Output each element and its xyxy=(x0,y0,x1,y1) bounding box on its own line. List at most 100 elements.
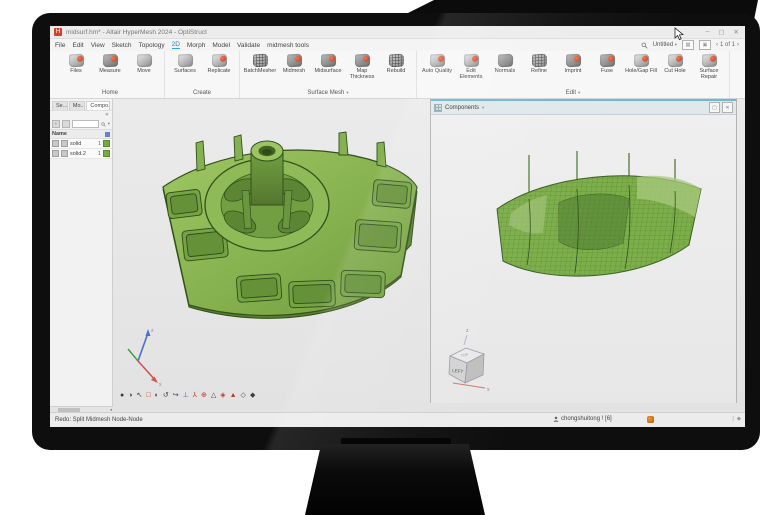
tab-model[interactable]: Mo... xyxy=(69,101,86,110)
menu-validate[interactable]: Validate xyxy=(237,42,260,49)
viewport-tool-9-icon[interactable]: ⅄ xyxy=(193,391,197,400)
browser-search-input[interactable] xyxy=(72,120,99,128)
edit-elements-button[interactable]: Edit Elements xyxy=(455,53,487,88)
move-icon xyxy=(136,53,152,67)
viewport-tool-8-icon[interactable]: ⊥ xyxy=(183,391,189,400)
normals-button[interactable]: Normals xyxy=(489,53,521,88)
menu-midmesh-tools[interactable]: midmesh tools xyxy=(267,42,309,49)
graphics-viewport[interactable]: z x ● ◑ ↖ □ ◐ ↺ ↪ ⊥ ⅄ ⊕ xyxy=(113,99,745,412)
column-chooser-icon[interactable] xyxy=(105,132,110,137)
model-browser-panel: Se... Mo... Compo... ✕ + ▾ xyxy=(50,99,113,412)
menu-morph[interactable]: Morph xyxy=(187,42,205,49)
refine-icon xyxy=(531,53,547,67)
tab-session[interactable]: Se... xyxy=(52,101,68,110)
cut-hole-button[interactable]: Cut Hole xyxy=(659,53,691,88)
viewport-tool-14-icon[interactable]: ◇ xyxy=(241,391,246,400)
refine-button[interactable]: Refine xyxy=(523,53,555,88)
tab-components[interactable]: Compo... xyxy=(86,101,110,110)
pages-icon[interactable]: ▣ xyxy=(699,40,711,50)
viewport-tool-15-icon[interactable]: ◆ xyxy=(250,391,255,400)
menu-2d[interactable]: 2D xyxy=(172,41,180,49)
menu-edit[interactable]: Edit xyxy=(72,42,83,49)
midsurface-button[interactable]: Midsurface xyxy=(312,53,344,88)
filter-icon[interactable] xyxy=(62,120,70,128)
color-swatch[interactable] xyxy=(103,140,110,147)
components-window-title: Components xyxy=(445,105,479,111)
replicate-icon xyxy=(211,53,227,67)
add-icon[interactable]: + xyxy=(52,120,60,128)
components-caret-icon[interactable]: ▾ xyxy=(482,105,484,111)
page-navigator[interactable]: ‹ 1 of 1 › xyxy=(716,42,739,48)
viewport-tool-13-icon[interactable]: ▲ xyxy=(230,391,237,400)
files-button[interactable]: Files xyxy=(60,53,92,88)
imprint-button[interactable]: Imprint xyxy=(557,53,589,88)
edit-elements-icon xyxy=(463,53,479,67)
menu-model[interactable]: Model xyxy=(212,42,230,49)
viewport-tool-7-icon[interactable]: ↪ xyxy=(173,391,179,400)
viewport-tool-3-icon[interactable]: ↖ xyxy=(136,391,142,400)
user-session[interactable]: chongshuitong ! [6] xyxy=(553,416,612,422)
components-window-titlebar[interactable]: Components ▾ ▢ ✕ xyxy=(431,101,736,115)
components-close-button[interactable]: ✕ xyxy=(722,102,733,113)
group-caret-icon: ▾ xyxy=(346,90,348,96)
menubar: File Edit View Sketch Topology 2D Morph … xyxy=(50,39,745,51)
batchmesher-button[interactable]: BatchMesher xyxy=(244,53,276,88)
viewport-tool-11-icon[interactable]: △ xyxy=(211,391,216,400)
measure-button[interactable]: Measure xyxy=(94,53,126,88)
viewport-tool-12-icon[interactable]: ◈ xyxy=(220,391,225,400)
statusbar: Redo: Split Midmesh Node-Node chongshuit… xyxy=(50,412,745,427)
components-viewport[interactable]: z TOP LEFT x xyxy=(431,115,736,403)
status-separator: | xyxy=(732,416,733,422)
browser-search-icon[interactable] xyxy=(101,122,106,127)
viewport-tool-5-icon[interactable]: ◐ xyxy=(155,391,159,400)
view-cube[interactable]: z TOP LEFT x xyxy=(443,325,493,393)
midmesh-model xyxy=(487,147,711,295)
menu-sketch[interactable]: Sketch xyxy=(112,42,132,49)
viewport-tool-10-icon[interactable]: ⊕ xyxy=(201,391,207,400)
browser-row-solid[interactable]: solid 1 xyxy=(50,139,112,149)
user-icon xyxy=(553,416,559,422)
map-thickness-button[interactable]: Map Thickness xyxy=(346,53,378,88)
status-diamond-icon[interactable]: ◆ xyxy=(737,416,741,422)
rebuild-button[interactable]: Rebuild xyxy=(380,53,412,88)
move-button[interactable]: Move xyxy=(128,53,160,88)
axis-x-label: x xyxy=(159,382,162,387)
surface-repair-button[interactable]: Surface Repair xyxy=(693,53,725,88)
components-restore-button[interactable]: ▢ xyxy=(709,102,720,113)
search-icon[interactable] xyxy=(641,42,648,49)
ribbon-group-surface-mesh: BatchMesher Midmesh Midsurface Map xyxy=(240,51,417,98)
batchmesher-icon xyxy=(252,53,268,67)
close-button[interactable]: ✕ xyxy=(734,28,739,36)
axis-triad: z x xyxy=(121,325,167,387)
replicate-button[interactable]: Replicate xyxy=(203,53,235,88)
hole-gap-fill-button[interactable]: Hole/Gap Fill xyxy=(625,53,657,88)
layout-icon[interactable]: ▦ xyxy=(682,40,694,50)
fuse-button[interactable]: Fuse xyxy=(591,53,623,88)
maximize-button[interactable]: ▢ xyxy=(718,28,724,36)
panel-close-icon[interactable]: ✕ xyxy=(50,111,112,119)
rebuild-icon xyxy=(388,53,404,67)
viewcube-z-label: z xyxy=(466,328,469,334)
viewport-tool-6-icon[interactable]: ↺ xyxy=(163,391,169,400)
viewport-tool-2-icon[interactable]: ◑ xyxy=(128,391,132,400)
viewport-tool-1-icon[interactable]: ● xyxy=(120,391,124,400)
session-selector[interactable]: Untitled ▾ xyxy=(653,42,677,48)
midmesh-button[interactable]: Midmesh xyxy=(278,53,310,88)
menu-file[interactable]: File xyxy=(55,42,65,49)
group-caret-icon: ▾ xyxy=(578,90,580,96)
viewcube-x-label: x xyxy=(487,387,490,393)
color-swatch[interactable] xyxy=(103,150,110,157)
notification-icon[interactable] xyxy=(647,416,654,423)
column-name-header[interactable]: Name xyxy=(52,131,67,137)
browser-row-solid-2[interactable]: solid.2 1 xyxy=(50,149,112,159)
menu-view[interactable]: View xyxy=(91,42,105,49)
search-caret-icon[interactable]: ▾ xyxy=(108,121,110,127)
surfaces-button[interactable]: Surfaces xyxy=(169,53,201,88)
page-indicator: 1 of 1 xyxy=(720,42,735,48)
viewport-tool-4-icon[interactable]: □ xyxy=(146,391,150,400)
auto-quality-icon xyxy=(429,53,445,67)
menu-topology[interactable]: Topology xyxy=(139,42,165,49)
auto-quality-button[interactable]: Auto Quality xyxy=(421,53,453,88)
ribbon-group-edit: Auto Quality Edit Elements Normals xyxy=(417,51,730,98)
minimize-button[interactable]: – xyxy=(706,28,710,36)
